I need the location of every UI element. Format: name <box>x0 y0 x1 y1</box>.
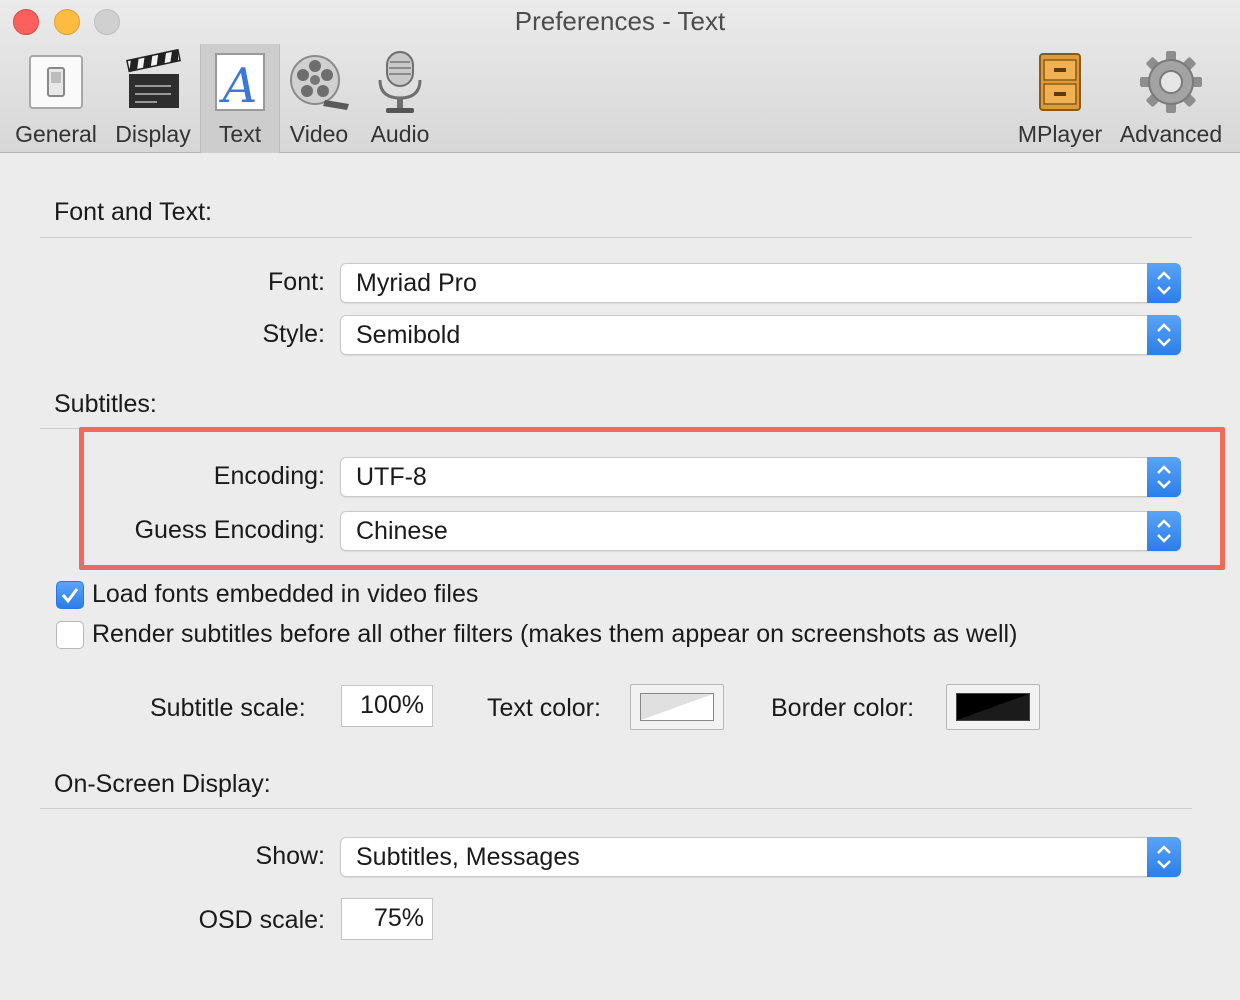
guess-encoding-label: Guess Encoding: <box>134 516 325 544</box>
section-divider <box>40 237 1192 238</box>
font-and-text-heading: Font and Text: <box>54 198 212 226</box>
guess-encoding-popup-value: Chinese <box>356 517 448 545</box>
general-switch-icon <box>29 55 83 109</box>
load-fonts-label[interactable]: Load fonts embedded in video files <box>92 580 478 609</box>
toolbar-video-tab[interactable]: Video <box>284 44 354 153</box>
border-color-well[interactable] <box>946 684 1040 730</box>
show-label: Show: <box>255 842 325 870</box>
svg-text:A: A <box>219 58 258 114</box>
encoding-label: Encoding: <box>213 462 325 490</box>
font-popup-value: Myriad Pro <box>356 269 477 297</box>
cabinet-icon <box>1039 53 1081 111</box>
subtitles-heading: Subtitles: <box>54 390 157 418</box>
subtitle-scale-field[interactable]: 100% <box>341 685 433 727</box>
film-reel-icon <box>290 55 349 110</box>
microphone-icon <box>378 51 422 113</box>
osd-scale-field[interactable]: 75% <box>341 898 433 940</box>
render-subtitles-label[interactable]: Render subtitles before all other filter… <box>92 620 1017 649</box>
text-color-swatch <box>640 693 714 721</box>
text-color-well[interactable] <box>630 684 724 730</box>
toolbar-general-tab[interactable]: General <box>12 44 100 153</box>
window-toolbar: Preferences - Text General Display A Tex… <box>0 0 1240 153</box>
osd-heading: On-Screen Display: <box>54 770 271 798</box>
subtitle-scale-label: Subtitle scale: <box>150 694 306 722</box>
toolbar-mplayer-tab[interactable]: MPlayer <box>1014 44 1106 153</box>
clapperboard-icon <box>126 48 182 108</box>
osd-scale-label: OSD scale: <box>198 906 325 934</box>
chevron-up-down-icon <box>1147 837 1181 877</box>
section-divider <box>40 808 1192 809</box>
text-color-label: Text color: <box>487 694 601 722</box>
checkmark-icon <box>61 588 79 604</box>
encoding-popup[interactable]: UTF-8 <box>340 457 1181 497</box>
load-fonts-checkbox[interactable] <box>56 581 84 609</box>
show-popup-value: Subtitles, Messages <box>356 843 580 871</box>
chevron-up-down-icon <box>1147 263 1181 303</box>
style-label: Style: <box>262 320 325 348</box>
gear-icon <box>1140 51 1202 113</box>
border-color-label: Border color: <box>771 694 915 722</box>
chevron-up-down-icon <box>1147 457 1181 497</box>
toolbar-audio-tab[interactable]: Audio <box>364 44 436 153</box>
text-a-icon: A <box>215 53 265 114</box>
show-popup[interactable]: Subtitles, Messages <box>340 837 1181 877</box>
render-subtitles-checkbox[interactable] <box>56 621 84 649</box>
chevron-up-down-icon <box>1147 511 1181 551</box>
toolbar-display-tab[interactable]: Display <box>110 44 196 153</box>
style-popup[interactable]: Semibold <box>340 315 1181 355</box>
encoding-popup-value: UTF-8 <box>356 463 427 491</box>
font-popup[interactable]: Myriad Pro <box>340 263 1181 303</box>
font-label: Font: <box>268 268 325 296</box>
style-popup-value: Semibold <box>356 321 461 349</box>
toolbar-text-tab[interactable]: A Text <box>200 44 280 153</box>
window-title: Preferences - Text <box>514 6 726 36</box>
chevron-up-down-icon <box>1147 315 1181 355</box>
toolbar-advanced-tab[interactable]: Advanced <box>1116 44 1226 153</box>
border-color-swatch <box>956 693 1030 721</box>
guess-encoding-popup[interactable]: Chinese <box>340 511 1181 551</box>
